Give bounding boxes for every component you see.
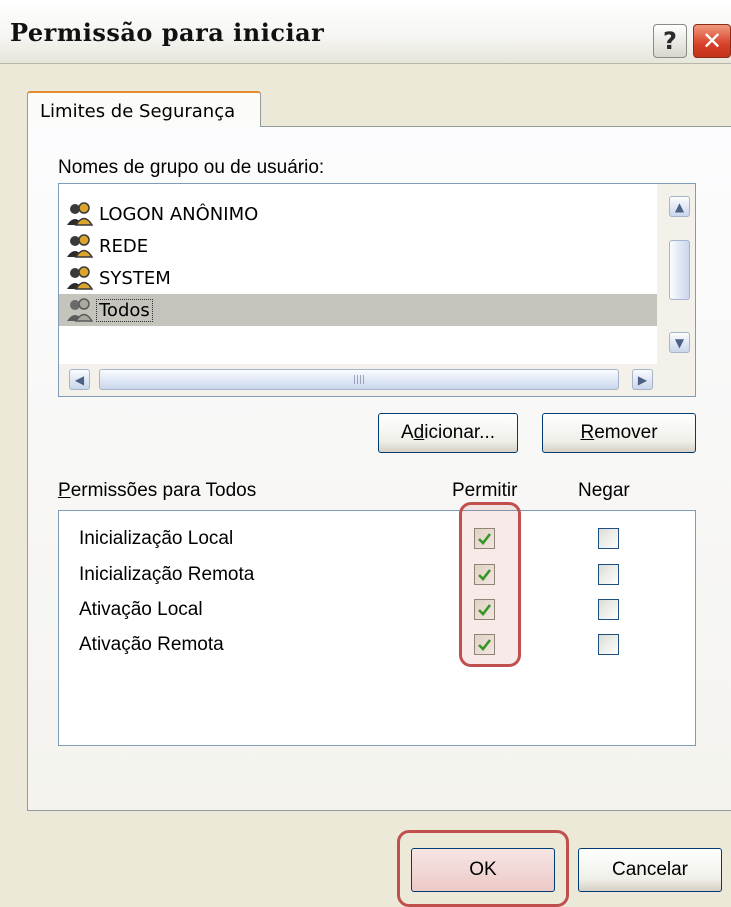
group-name: LOGON ANÔNIMO — [99, 203, 259, 225]
group-name: Todos — [96, 298, 153, 322]
user-group-icon — [65, 265, 94, 291]
help-button[interactable]: ? — [653, 24, 687, 58]
group-list[interactable]: LOGON ANÔNIMO REDE SYSTEM Todos ▲ ▼ ◀ ||… — [58, 183, 696, 397]
permissions-label: Permissões para Todos — [58, 480, 256, 502]
user-group-icon — [65, 201, 94, 227]
user-group-icon — [65, 297, 94, 323]
scroll-up-button[interactable]: ▲ — [669, 196, 690, 217]
permission-row: Ativação Local — [79, 594, 203, 626]
user-group-icon — [65, 233, 94, 259]
column-header-allow: Permitir — [452, 480, 518, 501]
scroll-down-button[interactable]: ▼ — [669, 332, 690, 353]
remove-label-part: emover — [594, 422, 658, 443]
deny-checkbox-remote-launch[interactable] — [598, 564, 619, 585]
remove-button[interactable]: Remover — [542, 413, 696, 453]
group-name: SYSTEM — [99, 267, 171, 289]
permission-name: Inicialização Remota — [79, 564, 255, 585]
group-name: REDE — [99, 235, 149, 257]
list-item-rede[interactable]: REDE — [59, 230, 657, 262]
title-bar: Permissão para iniciar ? ✕ — [0, 0, 731, 64]
add-label-part: icionar... — [424, 422, 496, 443]
permission-name: Ativação Remota — [79, 634, 224, 655]
scroll-left-button[interactable]: ◀ — [69, 369, 90, 390]
deny-checkbox-local-activation[interactable] — [598, 599, 619, 620]
permission-name: Ativação Local — [79, 599, 203, 620]
groups-label: Nomes de grupo ou de usuário: — [58, 157, 325, 178]
deny-checkbox-local-launch[interactable] — [598, 528, 619, 549]
add-label-accesskey: d — [413, 422, 425, 443]
window-title: Permissão para iniciar — [10, 18, 325, 47]
arrow-left-icon: ◀ — [74, 372, 85, 387]
permissions-label-accesskey: P — [58, 480, 71, 501]
permission-row: Inicialização Remota — [79, 559, 254, 591]
list-item-system[interactable]: SYSTEM — [59, 262, 657, 294]
cancel-button[interactable]: Cancelar — [578, 848, 722, 892]
tab-security-limits[interactable]: Limites de Segurança — [27, 91, 261, 127]
arrow-right-icon: ▶ — [637, 372, 648, 387]
allow-column-highlight — [459, 502, 521, 667]
vertical-scrollbar[interactable]: ▲ ▼ — [657, 184, 695, 364]
vertical-scroll-thumb[interactable] — [669, 240, 690, 300]
permission-row: Inicialização Local — [79, 523, 233, 555]
arrow-down-icon: ▼ — [674, 335, 685, 350]
list-item-todos[interactable]: Todos — [59, 294, 657, 326]
arrow-up-icon: ▲ — [674, 199, 685, 214]
horizontal-scrollbar[interactable]: ◀ |||| ▶ — [59, 364, 695, 396]
scroll-right-button[interactable]: ▶ — [632, 369, 653, 390]
add-label-part: A — [400, 422, 414, 443]
permissions-list: Inicialização Local Inicialização Remota… — [58, 510, 696, 746]
list-item-logon-anonimo[interactable]: LOGON ANÔNIMO — [59, 198, 657, 230]
column-header-deny: Negar — [578, 480, 630, 501]
ok-button-highlight — [397, 830, 569, 907]
permissions-label-text: ermissões para Todos — [70, 480, 257, 501]
permission-name: Inicialização Local — [79, 528, 234, 549]
close-icon: ✕ — [701, 27, 723, 55]
horizontal-scroll-thumb[interactable]: |||| — [99, 369, 619, 390]
deny-checkbox-remote-activation[interactable] — [598, 634, 619, 655]
add-button[interactable]: Ad icionar... — [378, 413, 518, 453]
question-mark-icon: ? — [663, 27, 677, 55]
remove-label-accesskey: R — [580, 422, 595, 443]
close-button[interactable]: ✕ — [693, 24, 731, 58]
permission-row: Ativação Remota — [79, 629, 224, 661]
